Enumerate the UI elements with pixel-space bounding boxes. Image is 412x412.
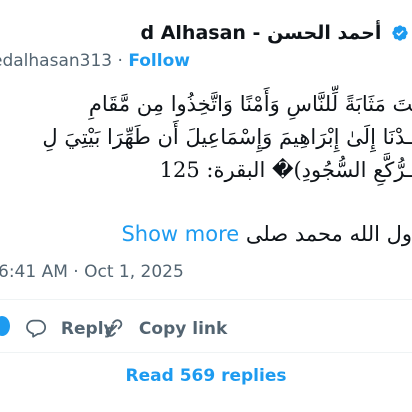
copy-link-button[interactable]: Copy link <box>103 317 227 339</box>
tweet-text-line-4: Show more ول الله محمد صلى <box>121 222 412 246</box>
divider-bottom <box>0 352 412 353</box>
author-handle-row: edalhasan313 · Follow <box>0 51 190 71</box>
author-name-arabic[interactable]: أحمد الحسن <box>267 22 381 44</box>
verified-badge-icon <box>392 25 408 41</box>
handle-dot: · <box>117 51 123 71</box>
reply-icon <box>26 319 47 338</box>
name-separator: - <box>252 22 261 44</box>
read-replies-button[interactable]: Read 569 replies <box>0 360 412 392</box>
copy-link-label: Copy link <box>138 319 228 339</box>
tweet-text-line-2: ـدْنَا إِلَىٰ إِبْرَاهِيمَ وَإِسْمَاعِيل… <box>42 125 412 149</box>
author-handle[interactable]: edalhasan313 <box>0 51 112 71</box>
tweet-text-arabic-fragment: ول الله محمد صلى <box>245 222 412 246</box>
divider-top <box>0 299 412 300</box>
show-more-link[interactable]: Show more <box>121 222 239 246</box>
tweet-text-line-1: ـبَيْتَ مَثَابَةً لِّلنَّاسِ وَأَمْنًا و… <box>88 92 412 116</box>
tweet-timestamp[interactable]: 6:41 AM · Oct 1, 2025 <box>0 262 184 282</box>
like-icon[interactable] <box>0 316 10 336</box>
author-name-english[interactable]: d Alhasan <box>140 22 245 44</box>
tweet-actions-bar: Reply Copy link <box>0 310 412 346</box>
author-name-row[interactable]: d Alhasan - أحمد الحسن <box>140 22 412 44</box>
link-icon <box>105 319 123 337</box>
tweet-text-line-3: ـرُّكَّعِ السُّجُودِ)� البقرة: 125 <box>159 158 412 182</box>
follow-button[interactable]: Follow <box>128 51 190 71</box>
reply-button[interactable]: Reply <box>25 317 115 339</box>
